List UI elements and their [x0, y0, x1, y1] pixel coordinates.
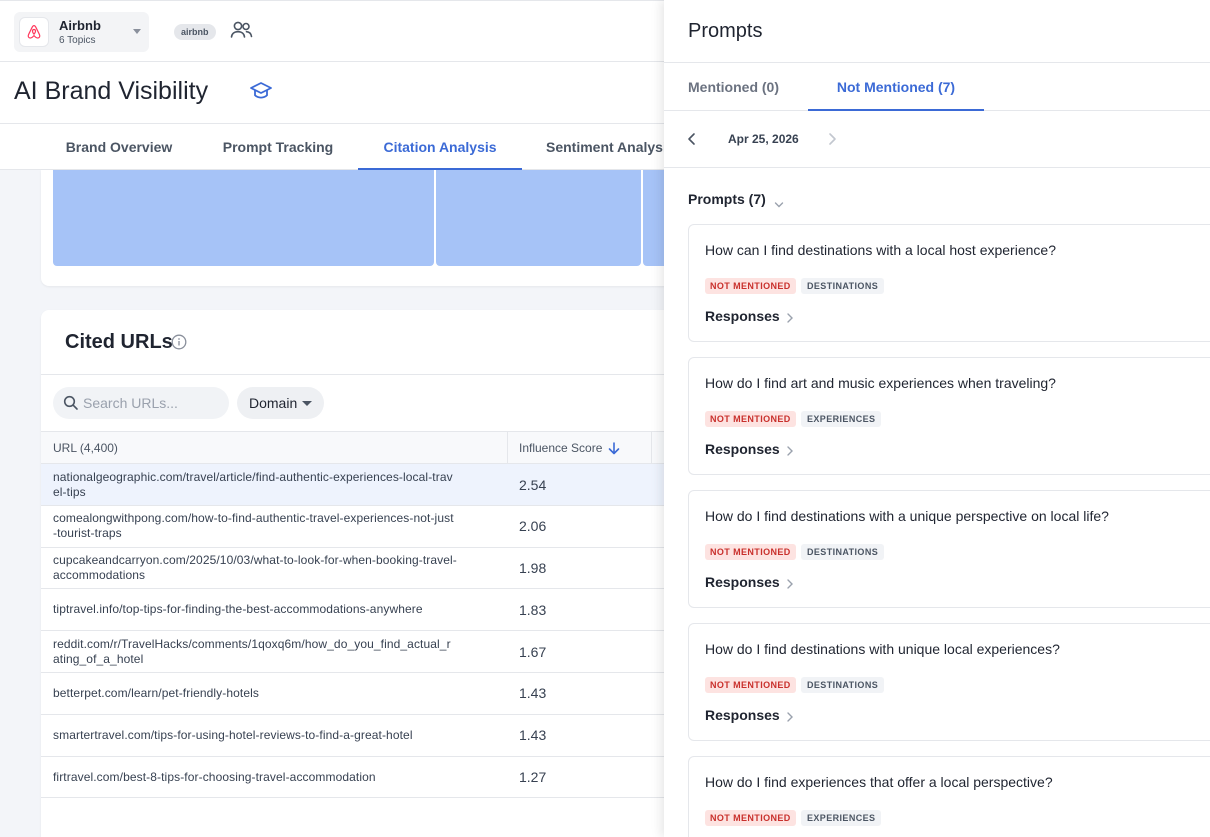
caret-down-icon: [133, 29, 141, 34]
table-row[interactable]: firtravel.com/best-8-tips-for-choosing-t…: [41, 757, 681, 799]
prompt-question: How do I find experiences that offer a l…: [705, 774, 1053, 790]
prompt-card[interactable]: How can I find destinations with a local…: [688, 224, 1210, 342]
not-mentioned-badge: NOT MENTIONED: [705, 411, 796, 427]
influence-score-cell: 2.54: [519, 476, 547, 493]
caret-down-icon: [302, 401, 312, 406]
cited-urls-title: Cited URLs: [65, 331, 173, 353]
url-table-body: nationalgeographic.com/travel/article/fi…: [41, 464, 681, 799]
prompt-question: How do I find art and music experiences …: [705, 375, 1056, 391]
prompt-card[interactable]: How do I find destinations with a unique…: [688, 490, 1210, 608]
citation-chart-card: [41, 170, 681, 286]
url-cell[interactable]: cupcakeandcarryon.com/2025/10/03/what-to…: [53, 548, 457, 589]
prompts-count-header[interactable]: Prompts (7): [688, 191, 766, 207]
responses-link[interactable]: Responses: [705, 574, 780, 590]
not-mentioned-badge: NOT MENTIONED: [705, 810, 796, 826]
prompt-question: How do I find destinations with unique l…: [705, 641, 1060, 657]
category-badge: DESTINATIONS: [801, 278, 885, 294]
graduation-cap-icon[interactable]: [249, 80, 273, 107]
brand-tag-chip: airbnb: [174, 24, 216, 40]
treemap-tile[interactable]: [53, 170, 434, 266]
table-row[interactable]: cupcakeandcarryon.com/2025/10/03/what-to…: [41, 548, 681, 590]
influence-score-cell: 1.43: [519, 727, 547, 744]
page-title: AI Brand Visibility: [14, 77, 209, 105]
url-cell[interactable]: tiptravel.info/top-tips-for-finding-the-…: [53, 589, 457, 630]
url-cell[interactable]: reddit.com/r/TravelHacks/comments/1qoxq6…: [53, 631, 457, 672]
tab-sentiment-analysis[interactable]: Sentiment Analysis: [522, 124, 682, 170]
tab-mentioned[interactable]: Mentioned (0): [688, 63, 788, 111]
table-row[interactable]: tiptravel.info/top-tips-for-finding-the-…: [41, 589, 681, 632]
tab-not-mentioned[interactable]: Not Mentioned (7): [808, 63, 984, 111]
date-navigator: Apr 25, 2026: [664, 111, 1210, 168]
not-mentioned-badge: NOT MENTIONED: [705, 544, 796, 560]
influence-score-cell: 1.98: [519, 560, 547, 577]
domain-filter-label: Domain: [249, 395, 298, 411]
table-row[interactable]: comealongwithpong.com/how-to-find-authen…: [41, 506, 681, 548]
chevron-right-icon[interactable]: [786, 710, 794, 728]
brand-switcher[interactable]: Airbnb 6 Topics: [14, 12, 149, 52]
brand-topics-count: 6 Topics: [59, 35, 96, 46]
prompt-card[interactable]: How do I find experiences that offer a l…: [688, 756, 1210, 837]
table-row[interactable]: betterpet.com/learn/pet-friendly-hotels …: [41, 673, 681, 715]
url-cell[interactable]: smartertravel.com/tips-for-using-hotel-r…: [53, 715, 457, 756]
column-divider: [651, 432, 652, 464]
category-badge: DESTINATIONS: [801, 544, 885, 560]
chevron-right-icon[interactable]: [786, 577, 794, 595]
url-cell[interactable]: betterpet.com/learn/pet-friendly-hotels: [53, 673, 457, 714]
airbnb-logo-icon: [19, 17, 49, 47]
domain-filter-dropdown[interactable]: Domain: [237, 387, 324, 419]
chevron-right-icon[interactable]: [786, 311, 794, 329]
prompt-card[interactable]: How do I find destinations with unique l…: [688, 623, 1210, 741]
category-badge: DESTINATIONS: [801, 677, 885, 693]
users-icon[interactable]: [229, 20, 254, 45]
table-row[interactable]: smartertravel.com/tips-for-using-hotel-r…: [41, 715, 681, 757]
responses-link[interactable]: Responses: [705, 441, 780, 457]
treemap-tile[interactable]: [436, 170, 641, 266]
panel-title: Prompts: [688, 20, 763, 42]
influence-score-cell: 1.67: [519, 643, 547, 660]
chevron-right-icon[interactable]: [826, 131, 838, 152]
search-box[interactable]: [53, 387, 229, 419]
prompt-question: How do I find destinations with a unique…: [705, 508, 1109, 524]
not-mentioned-badge: NOT MENTIONED: [705, 278, 796, 294]
tab-citation-analysis[interactable]: Citation Analysis: [358, 124, 522, 170]
chevron-down-icon[interactable]: [774, 196, 784, 214]
column-header-influence-score[interactable]: Influence Score: [519, 441, 602, 455]
url-cell[interactable]: firtravel.com/best-8-tips-for-choosing-t…: [53, 757, 457, 798]
divider: [41, 374, 681, 375]
brand-name: Airbnb: [59, 18, 101, 33]
prompt-card[interactable]: How do I find art and music experiences …: [688, 357, 1210, 475]
search-icon: [63, 395, 79, 416]
responses-link[interactable]: Responses: [705, 308, 780, 324]
chevron-left-icon[interactable]: [686, 131, 698, 152]
prompts-panel: Prompts Mentioned (0) Not Mentioned (7) …: [664, 0, 1210, 837]
url-cell[interactable]: comealongwithpong.com/how-to-find-authen…: [53, 506, 457, 547]
category-badge: EXPERIENCES: [801, 411, 882, 427]
tab-prompt-tracking[interactable]: Prompt Tracking: [198, 124, 358, 170]
chevron-right-icon[interactable]: [786, 444, 794, 462]
current-date: Apr 25, 2026: [728, 132, 799, 146]
tab-brand-overview[interactable]: Brand Overview: [40, 124, 198, 170]
panel-tabs: Mentioned (0) Not Mentioned (7): [664, 62, 1210, 111]
influence-score-cell: 2.06: [519, 518, 547, 535]
prompt-question: How can I find destinations with a local…: [705, 242, 1056, 258]
influence-score-cell: 1.43: [519, 685, 547, 702]
responses-link[interactable]: Responses: [705, 707, 780, 723]
cited-urls-card: Cited URLs Domain URL (4,400) Influence …: [41, 310, 681, 837]
influence-score-cell: 1.83: [519, 601, 547, 618]
column-divider: [507, 432, 508, 464]
table-row[interactable]: reddit.com/r/TravelHacks/comments/1qoxq6…: [41, 631, 681, 673]
search-urls-input[interactable]: [83, 387, 223, 419]
category-badge: EXPERIENCES: [801, 810, 882, 826]
url-cell[interactable]: nationalgeographic.com/travel/article/fi…: [53, 464, 457, 505]
table-row[interactable]: nationalgeographic.com/travel/article/fi…: [41, 464, 681, 506]
info-icon[interactable]: [171, 334, 187, 355]
table-header: URL (4,400) Influence Score: [41, 431, 681, 464]
not-mentioned-badge: NOT MENTIONED: [705, 677, 796, 693]
sort-descending-icon[interactable]: [608, 442, 620, 458]
column-header-url[interactable]: URL (4,400): [53, 441, 118, 455]
influence-score-cell: 1.27: [519, 769, 547, 786]
